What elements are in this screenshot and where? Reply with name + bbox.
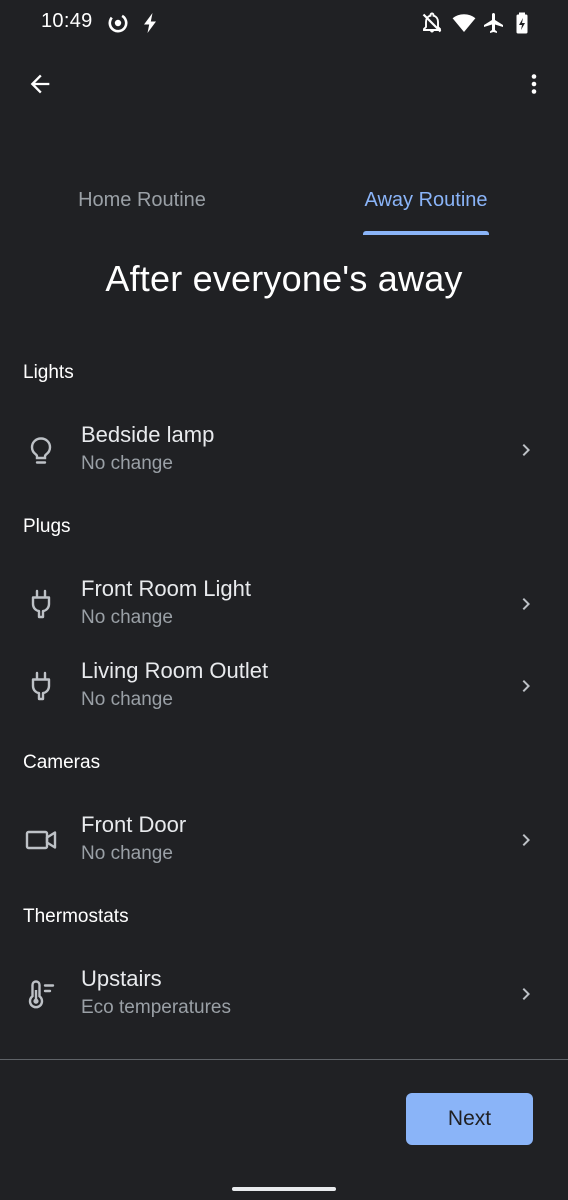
device-row-upstairs[interactable]: Upstairs Eco temperatures <box>0 957 568 1033</box>
lightbulb-icon <box>30 437 52 464</box>
flash-icon <box>144 13 156 33</box>
tab-selected-indicator <box>363 231 489 235</box>
device-status: Eco temperatures <box>81 997 231 1018</box>
tab-label: Away Routine <box>364 189 488 211</box>
device-title: Upstairs <box>81 966 162 991</box>
footer-divider <box>0 1059 568 1060</box>
device-row-bedside-lamp[interactable]: Bedside lamp No change <box>0 413 568 489</box>
chevron-right-icon <box>522 444 530 456</box>
page-title: After everyone's away <box>105 258 463 299</box>
plug-icon <box>31 671 51 701</box>
app-bar <box>0 56 568 112</box>
next-button[interactable]: Next <box>406 1093 533 1145</box>
camera-icon <box>25 830 57 850</box>
notifications-off-icon <box>422 12 442 33</box>
plug-icon <box>31 589 51 619</box>
thermostat-icon <box>28 980 55 1009</box>
more-options-button[interactable] <box>514 60 554 108</box>
back-button[interactable] <box>16 60 64 108</box>
chevron-right-icon <box>522 834 530 846</box>
wifi-icon <box>452 14 476 32</box>
section-header-thermostats: Thermostats <box>23 906 129 927</box>
gesture-nav-handle[interactable] <box>232 1187 336 1191</box>
device-status: No change <box>81 689 173 710</box>
chevron-right-icon <box>522 988 530 1000</box>
device-status: No change <box>81 843 173 864</box>
tab-home-routine[interactable]: Home Routine <box>28 172 256 236</box>
tab-label: Home Routine <box>78 189 206 211</box>
device-status: No change <box>81 607 173 628</box>
status-bar: 10:49 <box>0 0 568 48</box>
device-title: Living Room Outlet <box>81 658 269 683</box>
section-header-plugs: Plugs <box>23 516 71 537</box>
data-saver-icon <box>108 13 128 33</box>
device-row-front-room-light[interactable]: Front Room Light No change <box>0 567 568 643</box>
arrow-back-icon <box>30 74 50 94</box>
section-header-cameras: Cameras <box>23 752 101 773</box>
chevron-right-icon <box>522 680 530 692</box>
routine-tabs: Home Routine Away Routine <box>0 172 568 236</box>
status-time: 10:49 <box>41 10 93 32</box>
tab-away-routine[interactable]: Away Routine <box>340 172 512 236</box>
battery-charging-icon <box>516 12 528 34</box>
chevron-right-icon <box>522 598 530 610</box>
device-title: Bedside lamp <box>81 422 215 447</box>
device-status: No change <box>81 453 173 474</box>
device-row-front-door[interactable]: Front Door No change <box>0 803 568 879</box>
device-row-living-room-outlet[interactable]: Living Room Outlet No change <box>0 649 568 725</box>
device-title: Front Door <box>81 812 187 837</box>
more-vert-icon <box>531 74 537 94</box>
section-header-lights: Lights <box>23 362 74 383</box>
device-title: Front Room Light <box>81 576 251 601</box>
airplane-icon <box>484 13 503 33</box>
